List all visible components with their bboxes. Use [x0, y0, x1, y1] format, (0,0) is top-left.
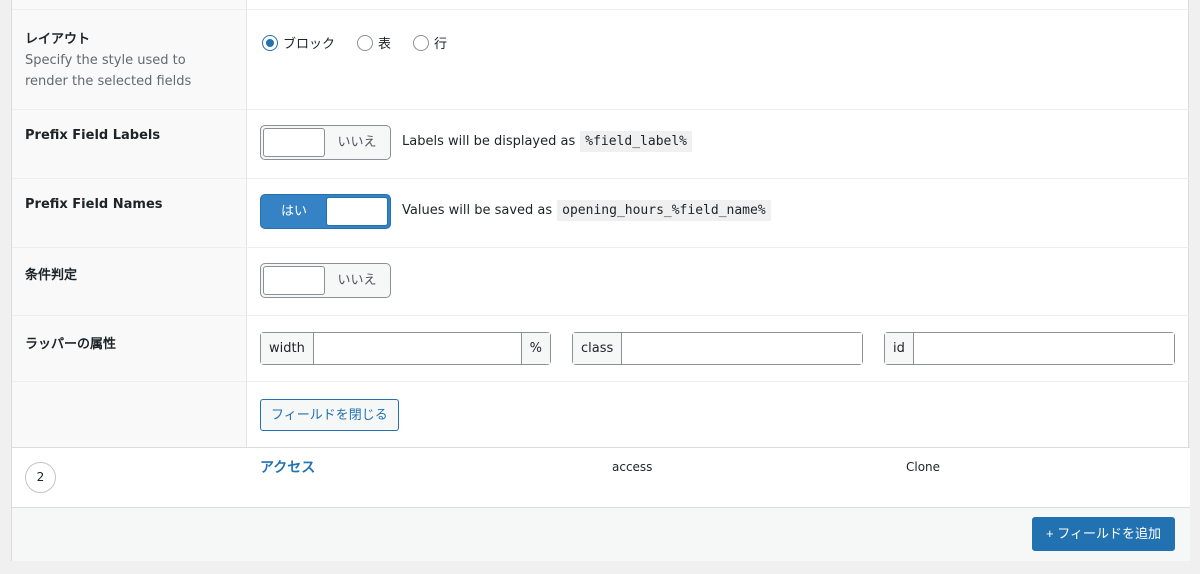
field-list-footer: + フィールドを追加: [12, 507, 1190, 561]
conditional-logic-label: 条件判定: [25, 268, 78, 283]
prefix-labels-label: Prefix Field Labels: [25, 128, 161, 143]
layout-setting-row: レイアウト Specify the style used to render t…: [12, 9, 1190, 109]
width-suffix: %: [520, 333, 550, 364]
field-name: access: [612, 460, 653, 474]
layout-description: Specify the style used to render the sel…: [25, 53, 192, 89]
field-group-panel: レイアウト Specify the style used to render t…: [11, 0, 1190, 561]
hint-text: Labels will be displayed as: [402, 134, 576, 149]
wrapper-id-group: id: [884, 332, 1175, 365]
prefix-names-toggle[interactable]: はい: [260, 194, 391, 229]
add-field-button[interactable]: + フィールドを追加: [1032, 517, 1175, 551]
hint-code: opening_hours_%field_name%: [557, 200, 771, 221]
toggle-knob: [263, 266, 325, 295]
conditional-logic-toggle[interactable]: いいえ: [260, 263, 391, 298]
wrapper-width-input[interactable]: [313, 333, 521, 364]
prefix-names-setting-row: Prefix Field Names はい Values will be sav…: [12, 178, 1190, 247]
hint-text: Values will be saved as: [402, 203, 553, 218]
layout-option-block[interactable]: ブロック: [262, 33, 335, 52]
radio-unchecked-icon[interactable]: [357, 34, 374, 51]
wrapper-class-input[interactable]: [622, 333, 862, 364]
field-label-link[interactable]: アクセス: [260, 457, 315, 477]
field-order-badge[interactable]: 2: [25, 462, 56, 493]
prefix-labels-setting-row: Prefix Field Labels いいえ Labels will be d…: [12, 109, 1190, 178]
radio-checked-icon[interactable]: [262, 34, 278, 51]
wrapper-width-group: width %: [260, 332, 551, 365]
prefix-labels-toggle[interactable]: いいえ: [260, 125, 391, 160]
width-prefix: width: [261, 333, 314, 364]
layout-option-label: 行: [434, 37, 448, 52]
class-prefix: class: [573, 333, 623, 364]
toggle-text: いいえ: [337, 273, 377, 288]
prefix-labels-hint: Labels will be displayed as %field_label…: [402, 131, 692, 152]
wrapper-attributes-label: ラッパーの属性: [25, 337, 117, 352]
layout-option-table[interactable]: 表: [357, 33, 391, 52]
toggle-text: はい: [280, 204, 307, 219]
prefix-names-hint: Values will be saved as opening_hours_%f…: [402, 200, 771, 221]
hint-code: %field_label%: [580, 131, 692, 152]
toggle-text: いいえ: [337, 135, 377, 150]
close-field-button[interactable]: フィールドを閉じる: [260, 399, 399, 431]
layout-radio-group: ブロック 表 行: [262, 33, 469, 52]
id-prefix: id: [885, 333, 914, 364]
layout-option-row[interactable]: 行: [413, 33, 447, 52]
wrapper-id-input[interactable]: [913, 333, 1174, 364]
clone-field-settings: レイアウト Specify the style used to render t…: [12, 0, 1190, 447]
toggle-knob: [326, 197, 388, 226]
layout-option-label: ブロック: [283, 37, 336, 52]
radio-unchecked-icon[interactable]: [413, 34, 430, 51]
field-type: Clone: [906, 460, 941, 474]
close-field-row: [12, 381, 1190, 447]
layout-option-label: 表: [378, 37, 392, 52]
prefix-names-label: Prefix Field Names: [25, 197, 163, 212]
wrapper-class-group: class: [572, 332, 863, 365]
conditional-logic-setting-row: 条件判定 いいえ: [12, 247, 1190, 315]
toggle-knob: [263, 128, 325, 157]
sub-field-row[interactable]: 2 アクセス access Clone: [12, 447, 1190, 507]
layout-label: レイアウト: [25, 32, 91, 47]
